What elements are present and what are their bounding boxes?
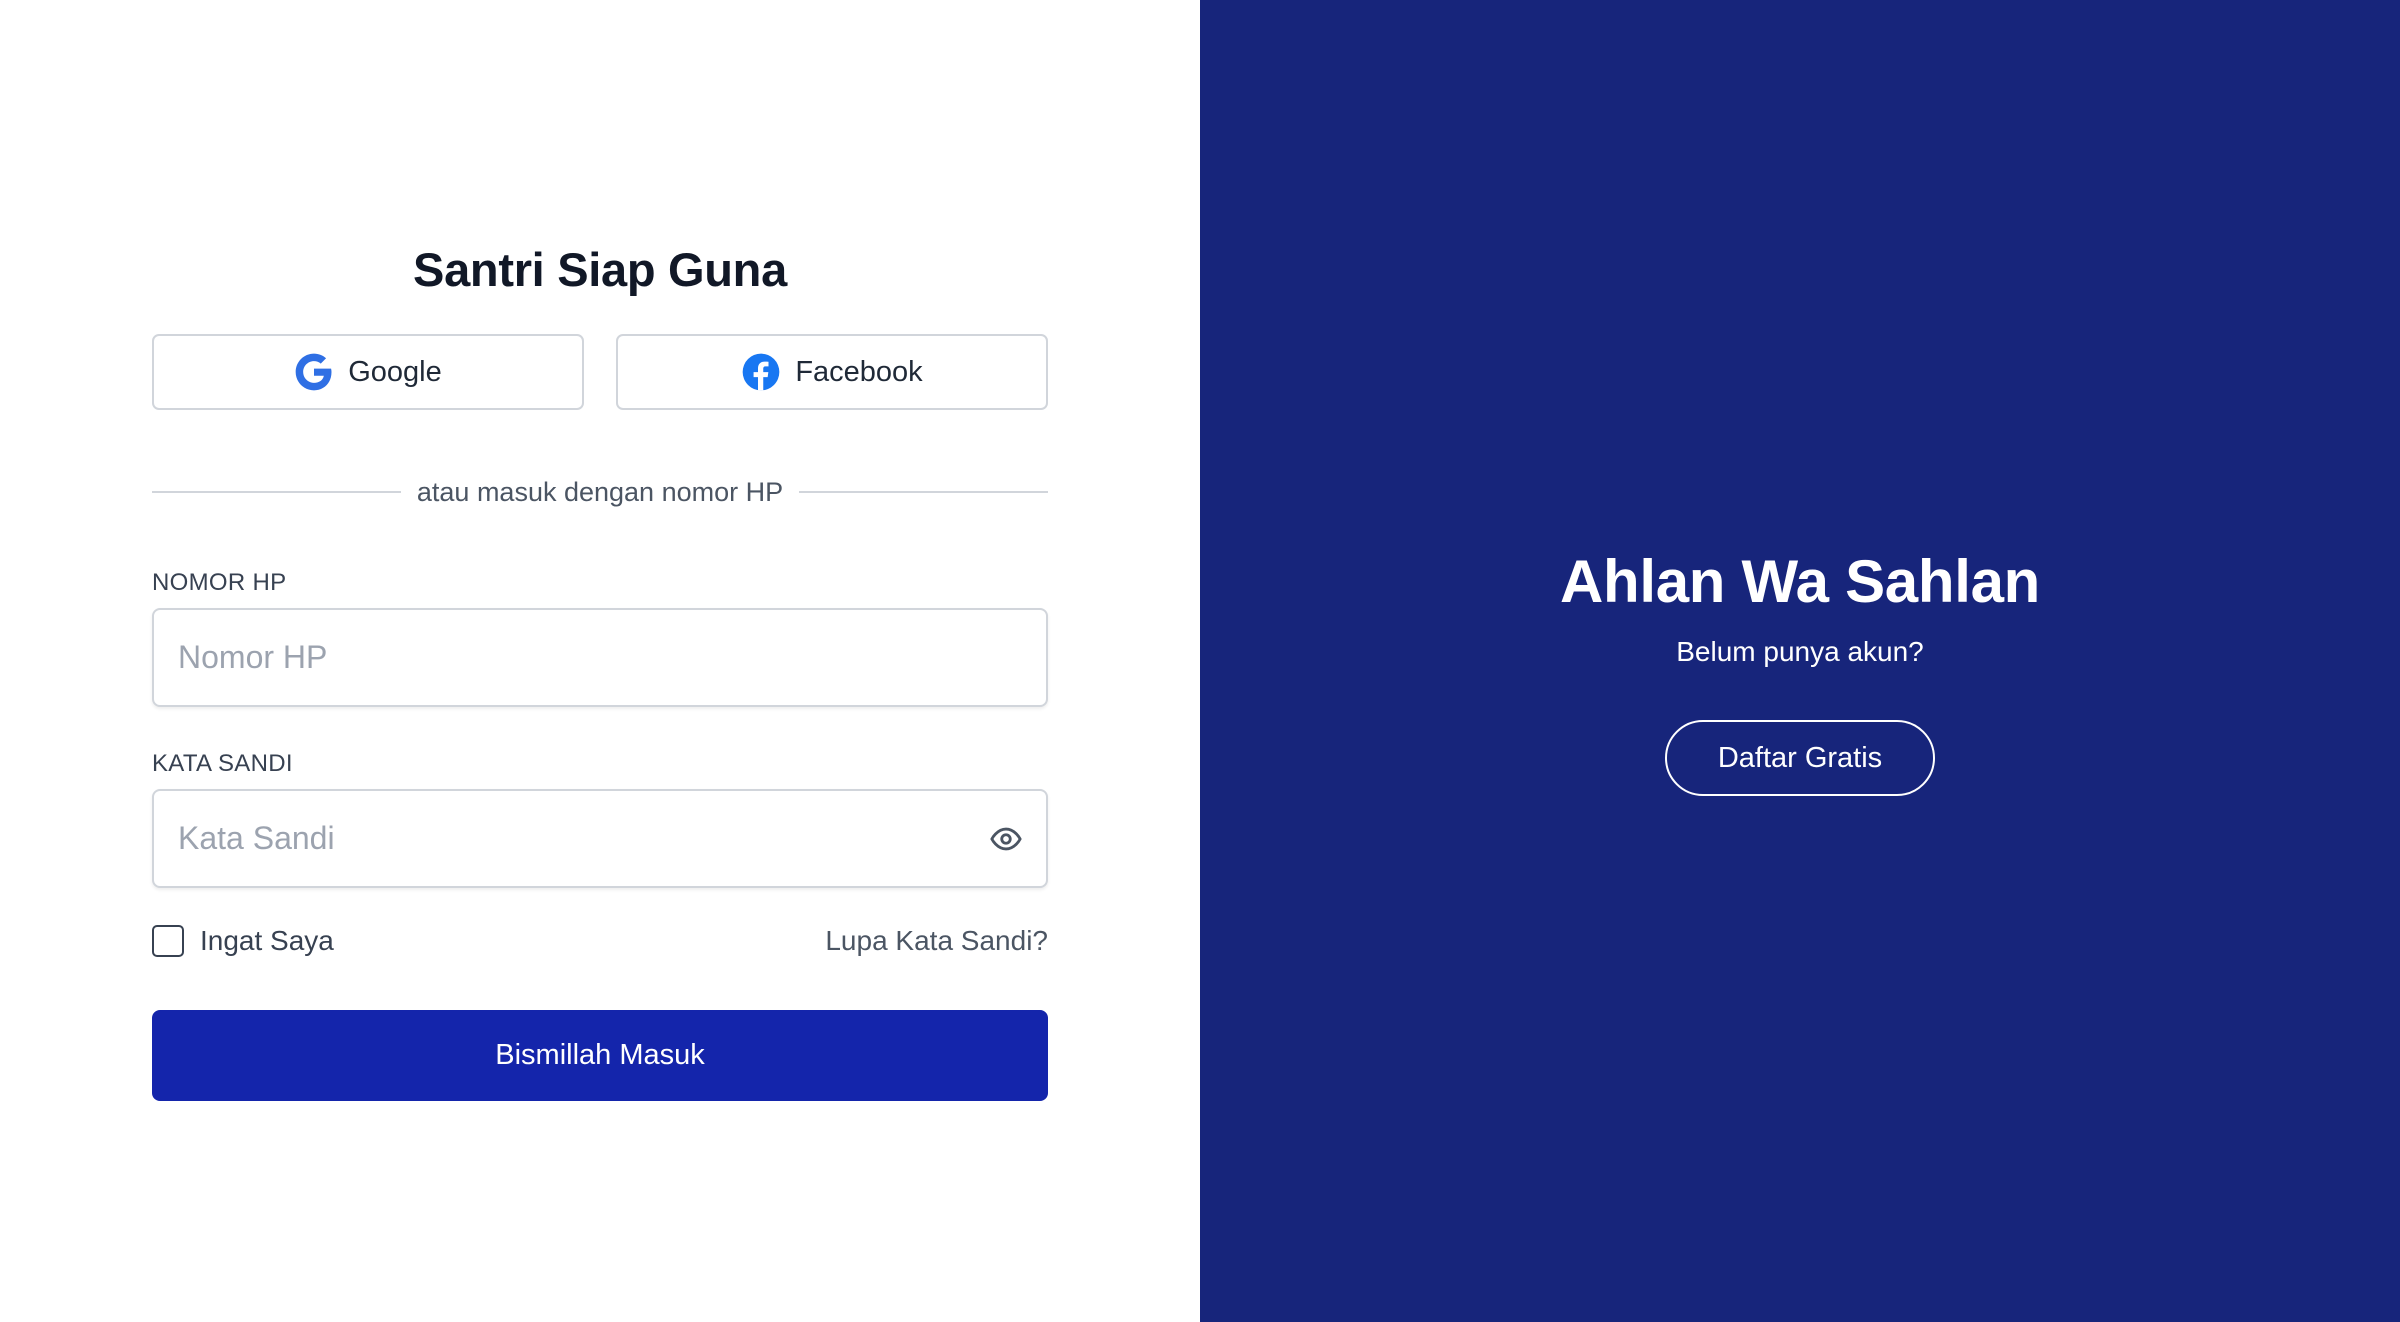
welcome-title: Ahlan Wa Sahlan [1559,548,2040,615]
phone-input[interactable] [152,608,1048,707]
password-input-wrapper [152,789,1048,888]
social-login-row: Google Facebook [152,334,1048,410]
divider-text: atau masuk dengan nomor HP [416,476,784,507]
forgot-password-link[interactable]: Lupa Kata Sandi? [825,925,1048,957]
google-login-button[interactable]: Google [152,334,584,410]
or-divider: atau masuk dengan nomor HP [152,472,1048,512]
remember-me-checkbox[interactable] [152,925,184,957]
phone-label: NOMOR HP [152,569,287,596]
divider-line-left [152,491,401,493]
facebook-login-button[interactable]: Facebook [616,334,1048,410]
remember-me-label[interactable]: Ingat Saya [200,925,334,957]
google-login-label: Google [348,355,442,388]
welcome-subtitle: Belum punya akun? [1676,636,1924,667]
form-options-row: Ingat Saya Lupa Kata Sandi? [152,924,1048,958]
register-button[interactable]: Daftar Gratis [1665,720,1935,796]
welcome-panel: Ahlan Wa Sahlan Belum punya akun? Daftar… [1200,0,2400,1322]
phone-input-wrapper [152,608,1048,707]
facebook-login-label: Facebook [795,355,923,388]
login-submit-button[interactable]: Bismillah Masuk [152,1010,1048,1101]
password-label: KATA SANDI [152,750,293,777]
eye-icon[interactable] [988,821,1024,857]
facebook-icon [741,352,781,392]
google-icon [294,352,334,392]
password-input[interactable] [152,789,1048,888]
remember-me: Ingat Saya [152,925,334,957]
login-form: Santri Siap Guna Google Facebook atau ma… [152,238,1048,1101]
divider-line-right [799,491,1048,493]
login-page: Santri Siap Guna Google Facebook atau ma… [0,0,2400,1322]
app-title: Santri Siap Guna [413,243,787,296]
welcome-content: Ahlan Wa Sahlan Belum punya akun? Daftar… [1200,540,2400,796]
login-panel: Santri Siap Guna Google Facebook atau ma… [0,0,1200,1322]
